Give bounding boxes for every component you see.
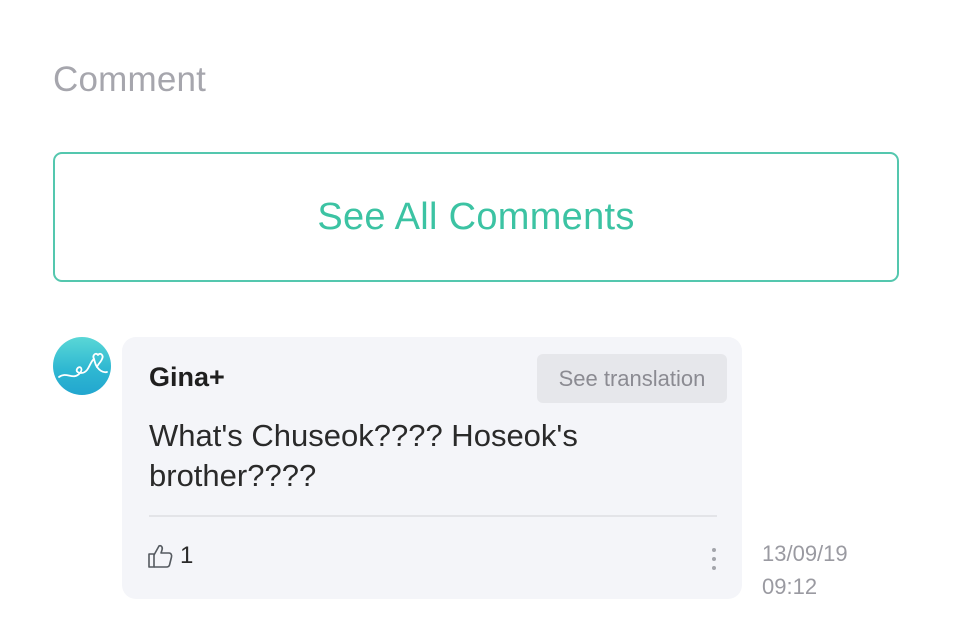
more-options-button[interactable] — [702, 544, 726, 574]
see-all-comments-button[interactable]: See All Comments — [53, 152, 899, 282]
comment-card: Gina+ See translation What's Chuseok????… — [122, 337, 742, 599]
avatar[interactable] — [53, 337, 111, 395]
see-all-comments-label: See All Comments — [317, 195, 635, 238]
comment-divider — [149, 515, 717, 517]
comment-text: What's Chuseok???? Hoseok's brother???? — [149, 418, 578, 493]
thumbs-up-icon — [146, 542, 174, 570]
like-count: 1 — [180, 542, 194, 569]
heart-doodle-icon — [58, 352, 108, 378]
like-button[interactable]: 1 — [146, 542, 193, 570]
comment-author[interactable]: Gina+ — [149, 362, 225, 393]
see-translation-button[interactable]: See translation — [537, 354, 727, 403]
comment-date: 13/09/19 — [762, 541, 848, 566]
comment-timestamp: 13/09/19 09:12 — [762, 537, 848, 603]
section-title: Comment — [53, 60, 207, 99]
comment-time: 09:12 — [762, 574, 818, 599]
more-vertical-icon — [712, 548, 716, 570]
